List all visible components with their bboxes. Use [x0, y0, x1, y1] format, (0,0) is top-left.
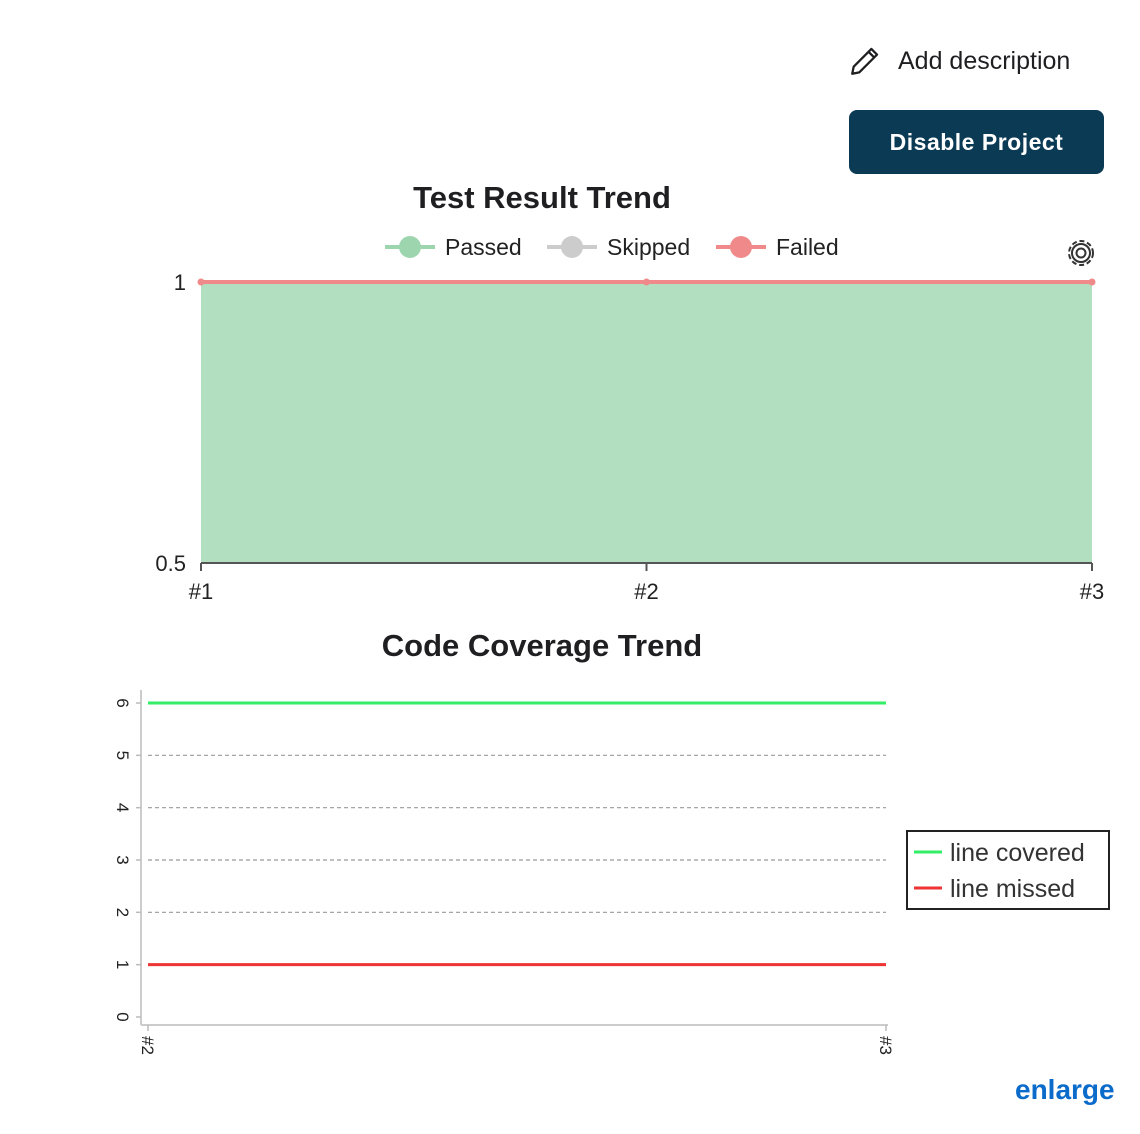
- y-tick-label: 4: [113, 803, 132, 812]
- y-tick-label: 3: [113, 855, 132, 864]
- legend-marker: [561, 236, 583, 258]
- y-tick-label: 6: [113, 698, 132, 707]
- x-tick-label: #2: [634, 579, 658, 604]
- code-coverage-trend-title: Code Coverage Trend: [381, 628, 703, 663]
- legend-marker: [730, 236, 752, 258]
- y-tick-label: 5: [113, 751, 132, 760]
- legend-label: Passed: [445, 234, 522, 260]
- legend-item-passed[interactable]: Passed: [385, 234, 522, 260]
- y-tick-label: 1: [174, 270, 186, 295]
- legend-label: line missed: [950, 875, 1075, 903]
- y-tick-label: 1: [113, 960, 132, 969]
- passed-area: [201, 282, 1092, 563]
- x-tick-label: #1: [189, 579, 213, 604]
- legend-item-skipped[interactable]: Skipped: [547, 234, 690, 260]
- x-tick-label: #3: [1080, 579, 1104, 604]
- failed-point: [197, 278, 205, 286]
- test-result-trend-chart: Passed Skipped Failed #1 #2 #3 1 0.5: [155, 234, 1104, 604]
- gear-icon[interactable]: [1068, 240, 1094, 266]
- legend-label: Skipped: [607, 234, 690, 260]
- legend-label: line covered: [950, 839, 1085, 867]
- legend-item-failed[interactable]: Failed: [716, 234, 839, 260]
- legend-box: [906, 830, 1110, 910]
- y-tick-label: 0: [113, 1012, 132, 1021]
- x-tick-label: #3: [876, 1036, 895, 1055]
- y-tick-label: 2: [113, 908, 132, 917]
- y-tick-label: 0.5: [155, 551, 186, 576]
- failed-point: [1088, 278, 1096, 286]
- legend-marker: [399, 236, 421, 258]
- failed-point: [643, 278, 650, 286]
- enlarge-link[interactable]: enlarge: [1015, 1074, 1115, 1106]
- x-tick-label: #2: [138, 1036, 157, 1055]
- legend-label: Failed: [776, 234, 839, 260]
- legend-item-line-missed: line missed: [914, 875, 1075, 903]
- legend-item-line-covered: line covered: [914, 839, 1085, 867]
